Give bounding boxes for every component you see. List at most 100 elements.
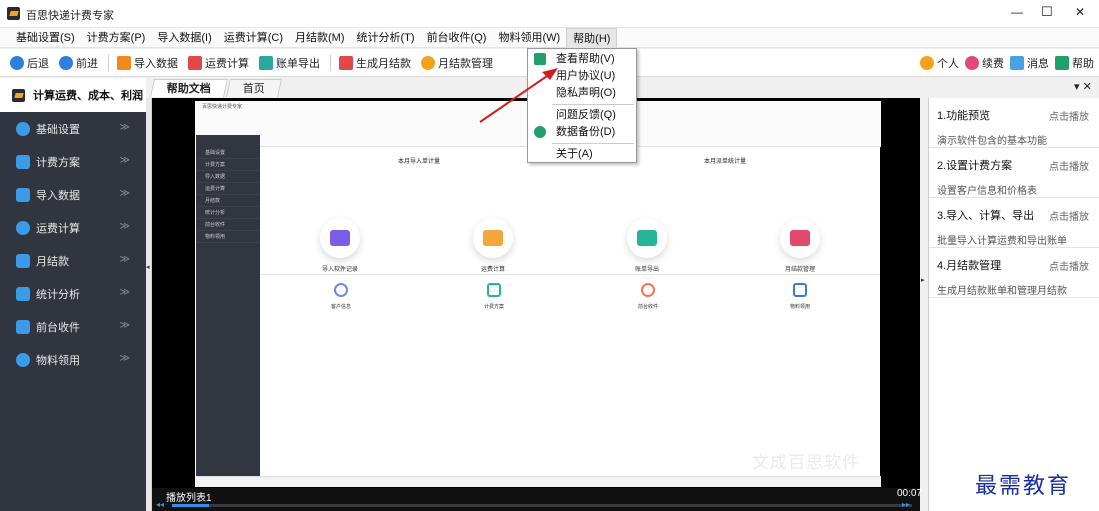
video-progress-bar[interactable] <box>172 504 912 507</box>
video-watermark: 文成百思软件 <box>752 453 860 472</box>
chevron-down-icon: ≫ <box>119 320 130 331</box>
menu-monthly[interactable]: 月结款(M) <box>289 28 351 48</box>
menu-freight-calc[interactable]: 运费计算(C) <box>218 28 289 48</box>
rewind-icon[interactable]: ◂◂ <box>156 500 164 509</box>
menu-materials[interactable]: 物料领用(W) <box>492 28 566 48</box>
bill-export-button[interactable]: 账单导出 <box>259 53 320 73</box>
inner-card-label: 月结款管理 <box>784 267 815 273</box>
playlist-item-4[interactable]: 4.月结款管理 点击播放 生成月结款账单和管理月结款 <box>929 248 1099 298</box>
back-arrow-icon <box>10 55 24 70</box>
chevron-down-icon: ≫ <box>119 221 130 232</box>
forward-button[interactable]: 前进 <box>59 53 98 73</box>
playlist-item-1[interactable]: 1.功能预览 点击播放 演示软件包含的基本功能 <box>929 98 1099 148</box>
sidebar-item-front-desk[interactable]: 前台收件 ≫ <box>0 310 146 343</box>
playlist-item-3[interactable]: 3.导入、计算、导出 点击播放 批量导入计算运费和导出账单 <box>929 198 1099 248</box>
import-icon <box>117 55 131 70</box>
tab-help-docs[interactable]: 帮助文档 <box>150 79 228 97</box>
menu-basic-settings[interactable]: 基础设置(S) <box>10 28 81 48</box>
play-link[interactable]: 点击播放 <box>1049 108 1089 123</box>
chevron-down-icon: ≫ <box>119 188 130 199</box>
site-watermark: 最需教育 <box>975 474 1072 499</box>
calculator-icon <box>188 55 202 70</box>
fast-forward-icon[interactable]: ▸▸ <box>902 500 910 509</box>
menu-import-data[interactable]: 导入数据(I) <box>151 28 217 48</box>
inner-card-label: 运费计算 <box>480 267 505 273</box>
play-link[interactable]: 点击播放 <box>1049 258 1089 273</box>
menu-statistics[interactable]: 统计分析(T) <box>351 28 421 48</box>
help-button[interactable]: 帮助 <box>1055 53 1094 73</box>
inner-plan-icon <box>487 283 501 297</box>
inner-sidebar-head <box>196 135 260 147</box>
play-link[interactable]: 点击播放 <box>1049 158 1089 173</box>
renew-icon <box>965 56 979 70</box>
sidebar-item-materials[interactable]: 物料领用 ≫ <box>0 343 146 376</box>
inner-sidebar: 基础设置 计费方案 导入数据 运费计算 月结款 统计分析 前台收件 物料领用 <box>196 147 260 487</box>
playlist-item-2[interactable]: 2.设置计费方案 点击播放 设置客户信息和价格表 <box>929 148 1099 198</box>
title-bar: 百思快递计费专家 — ☐ ✕ <box>0 0 1099 28</box>
inner-sidebar-item: 月结款 <box>196 195 260 207</box>
sidebar-item-basic-settings[interactable]: 基础设置 ≫ <box>0 112 146 145</box>
inner-sidebar-item: 运费计算 <box>196 183 260 195</box>
sidebar-item-freight-calc[interactable]: 运费计算 ≫ <box>0 211 146 244</box>
chevron-down-icon: ≫ <box>119 122 130 133</box>
playlist-label[interactable]: 播放列表1 <box>166 489 212 504</box>
menu-item-about[interactable]: 关于(A) <box>528 146 636 163</box>
close-button[interactable]: ✕ <box>1075 5 1085 19</box>
chevron-down-icon: ≫ <box>119 353 130 364</box>
video-time: 00:07 <box>897 488 923 499</box>
video-progress-fill <box>172 504 209 507</box>
renew-button[interactable]: 续费 <box>965 53 1004 73</box>
menu-front-desk[interactable]: 前台收件(Q) <box>421 28 493 48</box>
sidebar-header: 计算运费、成本、利润 <box>0 78 146 112</box>
generate-monthly-button[interactable]: 生成月结款 <box>339 53 411 73</box>
import-data-button[interactable]: 导入数据 <box>117 53 178 73</box>
folder-icon <box>16 253 30 268</box>
inner-small-card-label: 前台收件 <box>637 304 658 310</box>
sidebar-item-monthly[interactable]: 月结款 ≫ <box>0 244 146 277</box>
sidebar-item-pricing-plan[interactable]: 计费方案 ≫ <box>0 145 146 178</box>
menu-help[interactable]: 帮助(H) <box>566 27 618 48</box>
inner-calc-card-icon <box>473 218 513 258</box>
window-title: 百思快递计费专家 <box>26 10 114 22</box>
inner-small-card-label: 计费方案 <box>483 304 504 310</box>
chevron-down-icon: ≫ <box>119 287 130 298</box>
export-icon <box>259 55 273 70</box>
personal-button[interactable]: 个人 <box>920 53 959 73</box>
inner-divider <box>260 274 880 275</box>
message-button[interactable]: 消息 <box>1010 53 1049 73</box>
back-button[interactable]: 后退 <box>10 53 49 73</box>
inner-sidebar-item: 导入数据 <box>196 171 260 183</box>
inner-app-title: 百思快递计费专家 <box>202 104 243 110</box>
panel-splitter-arrow-icon[interactable]: ▸ <box>921 276 925 284</box>
inner-statusbar <box>196 476 881 487</box>
inner-import-card-icon <box>320 218 360 258</box>
question-icon <box>1055 56 1069 70</box>
menu-bar: 基础设置(S) 计费方案(P) 导入数据(I) 运费计算(C) 月结款(M) 统… <box>0 27 1099 48</box>
user-icon <box>920 56 934 70</box>
toolbar-right: 个人 续费 消息 帮助 <box>920 53 1099 73</box>
freight-calc-button[interactable]: 运费计算 <box>188 53 249 73</box>
minimize-button[interactable]: — <box>1011 5 1023 19</box>
money-icon <box>421 55 435 70</box>
materials-icon <box>16 352 30 367</box>
forward-arrow-icon <box>59 55 73 70</box>
play-link[interactable]: 点击播放 <box>1049 208 1089 223</box>
tab-menu-close-icon[interactable]: ▾ ✕ <box>1074 80 1092 93</box>
inner-sidebar-item: 基础设置 <box>196 147 260 159</box>
maximize-button[interactable]: ☐ <box>1041 4 1053 20</box>
sidebar-item-statistics[interactable]: 统计分析 ≫ <box>0 277 146 310</box>
inner-sidebar-item: 前台收件 <box>196 219 260 231</box>
gear-icon <box>16 121 30 136</box>
inner-sidebar-item: 统计分析 <box>196 207 260 219</box>
inner-monthly-card-icon <box>780 218 820 258</box>
inner-sidebar-item: 计费方案 <box>196 159 260 171</box>
sidebar-item-import-data[interactable]: 导入数据 ≫ <box>0 178 146 211</box>
inner-stat-left: 本月导入单计量 <box>398 159 441 165</box>
app-logo-icon <box>12 88 25 102</box>
plan-icon <box>16 154 30 169</box>
menu-pricing-plan[interactable]: 计费方案(P) <box>81 28 152 48</box>
toolbar-divider <box>108 54 109 71</box>
sidebar: 计算运费、成本、利润 基础设置 ≫ 计费方案 ≫ 导入数据 ≫ 运费计算 ≫ 月结款 ≫ … <box>0 78 146 511</box>
tab-home[interactable]: 首页 <box>226 79 282 97</box>
excel-icon <box>16 187 30 202</box>
